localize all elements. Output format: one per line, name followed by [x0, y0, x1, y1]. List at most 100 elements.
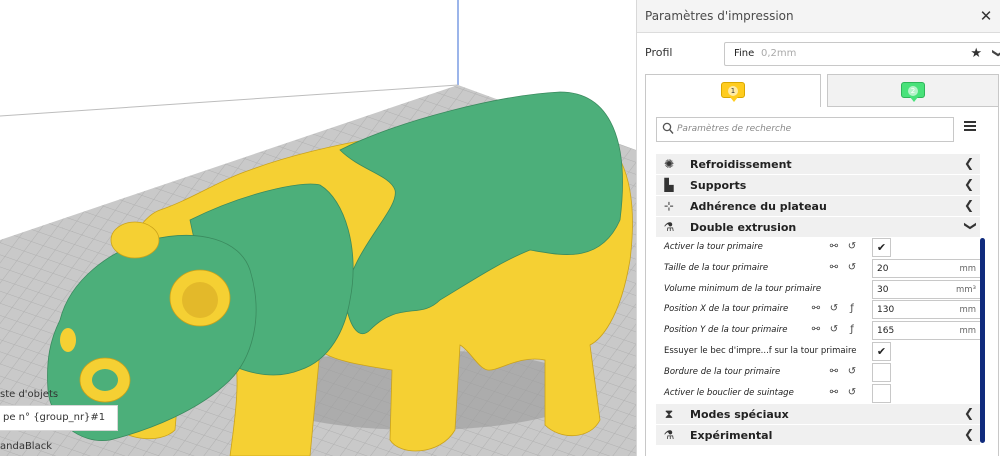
- star-icon[interactable]: ★: [970, 46, 982, 61]
- special-modes-icon: ⧗: [664, 407, 674, 422]
- category-label: Expérimental: [690, 429, 773, 443]
- link-icon: ⚯: [829, 241, 839, 252]
- prime-tower-min-volume-input[interactable]: 30 mm³: [872, 279, 982, 299]
- dual-extrusion-settings: Activer la tour primaire ⚯ ↺ ✔ Taille de…: [656, 237, 982, 404]
- field-unit: mm³: [956, 284, 976, 295]
- chevron-left-icon: ❮: [963, 198, 974, 212]
- category-label: Adhérence du plateau: [690, 200, 827, 213]
- category-label: Refroidissement: [690, 158, 792, 171]
- setting-label: Activer le bouclier de suintage: [664, 387, 794, 398]
- extruder-2-badge: 2: [901, 82, 925, 102]
- chevron-left-icon: ❮: [963, 406, 974, 421]
- prime-tower-pos-x-input[interactable]: 130 mm: [872, 300, 982, 320]
- chevron-left-icon: ❮: [963, 156, 974, 170]
- setting-label: Bordure de la tour primaire: [664, 366, 781, 377]
- profile-select[interactable]: Fine 0,2mm ★ ❯: [724, 42, 1000, 66]
- setting-label: Position Y de la tour primaire: [664, 325, 788, 336]
- ooze-shield-checkbox[interactable]: [872, 383, 891, 403]
- search-icon: [662, 122, 674, 134]
- field-value: 165: [877, 326, 895, 337]
- setting-prime-tower-enable: Activer la tour primaire ⚯ ↺ ✔: [656, 237, 980, 258]
- setting-label: Volume minimum de la tour primaire: [664, 283, 822, 294]
- adhesion-icon: ⊹: [663, 199, 675, 213]
- category-label: Double extrusion: [690, 221, 797, 234]
- build-plate-scene[interactable]: [0, 0, 636, 456]
- field-value: 30: [877, 284, 889, 295]
- object-name[interactable]: andaBlack: [0, 441, 52, 452]
- search-input[interactable]: Paramètres de recherche: [656, 117, 954, 142]
- search-placeholder: Paramètres de recherche: [677, 124, 792, 134]
- setting-prime-tower-pos-x: Position X de la tour primaire ⚯ ↺ ƒ 130…: [656, 299, 982, 320]
- field-unit: mm: [959, 305, 976, 316]
- settings-scrollbar[interactable]: [980, 238, 985, 443]
- setting-prime-tower-pos-y: Position Y de la tour primaire ⚯ ↺ ƒ 165…: [656, 320, 982, 341]
- setting-prime-tower-size: Taille de la tour primaire ⚯ ↺ 20 mm: [656, 258, 982, 279]
- tab-extruder-1[interactable]: 1: [645, 74, 821, 107]
- close-icon[interactable]: ✕: [978, 7, 994, 25]
- tab-extruder-2[interactable]: 2: [827, 74, 999, 107]
- reset-icon[interactable]: ↺: [828, 303, 840, 315]
- category-adhesion[interactable]: ⊹ Adhérence du plateau ❮: [656, 195, 980, 216]
- category-dual-extrusion[interactable]: ⚗ Double extrusion ❮: [656, 216, 980, 237]
- chevron-down-icon: ❮: [961, 220, 976, 232]
- chevron-left-icon: ❮: [963, 427, 974, 442]
- link-icon: ⚯: [829, 386, 839, 398]
- field-value: 20: [877, 263, 889, 274]
- settings-categories: ✺ Refroidissement ❮ ▙ Supports ❮ ⊹ Adhér…: [656, 153, 982, 446]
- setting-prime-tower-min-volume: Volume minimum de la tour primaire 30 mm…: [656, 279, 982, 300]
- profile-label: Profil: [645, 46, 673, 59]
- extruder-tabs: 1 2: [645, 74, 999, 107]
- settings-body: Paramètres de recherche ✺ Refroidissemen…: [645, 107, 999, 456]
- prime-tower-pos-y-input[interactable]: 165 mm: [872, 321, 982, 341]
- field-value: 130: [877, 305, 895, 316]
- field-unit: mm: [959, 326, 976, 337]
- prime-tower-enable-checkbox[interactable]: ✔: [872, 238, 891, 257]
- object-list-title: ste d'objets: [0, 389, 59, 400]
- profile-row: Profil Fine 0,2mm ★ ❯: [645, 42, 1000, 66]
- category-supports[interactable]: ▙ Supports ❮: [656, 174, 980, 195]
- reset-icon[interactable]: ↺: [846, 262, 858, 274]
- panda-ear-left: [110, 221, 160, 259]
- link-icon: ⚯: [811, 303, 821, 315]
- panel-title: Paramètres d'impression: [645, 9, 794, 23]
- extruder-1-badge: 1: [721, 82, 745, 102]
- chevron-down-icon[interactable]: ❯: [992, 48, 1000, 58]
- reset-icon[interactable]: ↺: [846, 387, 858, 399]
- category-label: Supports: [690, 179, 747, 192]
- category-experimental[interactable]: ⚗ Expérimental ❮: [656, 424, 980, 446]
- category-special-modes[interactable]: ⧗ Modes spéciaux ❮: [656, 403, 980, 425]
- setting-prime-tower-brim: Bordure de la tour primaire ⚯ ↺: [656, 362, 980, 383]
- prime-tower-brim-checkbox[interactable]: [872, 362, 891, 382]
- menu-icon[interactable]: [964, 121, 976, 131]
- reset-icon[interactable]: ↺: [846, 241, 858, 253]
- panel-header: Paramètres d'impression ✕: [637, 0, 1000, 33]
- link-icon: ⚯: [811, 324, 821, 336]
- setting-label: Essuyer le bec d'impre...f sur la tour p…: [664, 345, 857, 356]
- link-icon: ⚯: [829, 261, 839, 273]
- setting-label: Position X de la tour primaire: [664, 304, 789, 315]
- profile-layer-height: 0,2mm: [761, 48, 797, 59]
- function-icon[interactable]: ƒ: [846, 324, 858, 336]
- profile-name: Fine: [734, 48, 755, 59]
- setting-label: Activer la tour primaire: [664, 242, 763, 252]
- reset-icon[interactable]: ↺: [846, 366, 858, 378]
- chevron-left-icon: ❮: [963, 177, 974, 191]
- experimental-icon: ⚗: [663, 428, 675, 443]
- reset-icon[interactable]: ↺: [828, 324, 840, 336]
- prime-tower-size-input[interactable]: 20 mm: [872, 258, 982, 278]
- support-icon: ▙: [664, 178, 674, 192]
- link-icon: ⚯: [829, 365, 839, 377]
- fan-icon: ✺: [663, 157, 675, 171]
- field-unit: mm: [959, 263, 976, 274]
- setting-label: Taille de la tour primaire: [664, 262, 769, 273]
- setting-ooze-shield: Activer le bouclier de suintage ⚯ ↺: [656, 383, 980, 404]
- category-label: Modes spéciaux: [690, 408, 789, 422]
- 3d-viewport[interactable]: ste d'objets pe n° {group_nr}#1 andaBlac…: [0, 0, 636, 456]
- setting-prime-tower-wipe: Essuyer le bec d'impre...f sur la tour p…: [656, 341, 980, 362]
- dual-extrusion-icon: ⚗: [663, 220, 675, 234]
- print-settings-panel: Paramètres d'impression ✕ Profil Fine 0,…: [636, 0, 1000, 456]
- function-icon[interactable]: ƒ: [846, 303, 858, 315]
- prime-tower-wipe-checkbox[interactable]: ✔: [872, 341, 891, 361]
- object-group-field[interactable]: pe n° {group_nr}#1: [0, 405, 118, 431]
- category-cooling[interactable]: ✺ Refroidissement ❮: [656, 153, 980, 174]
